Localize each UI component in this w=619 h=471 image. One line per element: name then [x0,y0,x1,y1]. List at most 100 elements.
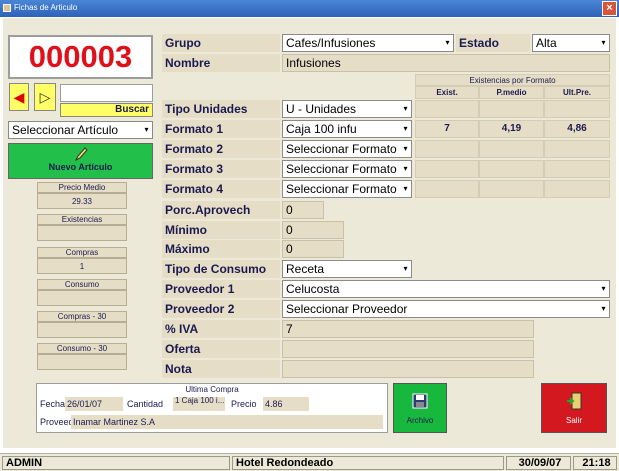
formato-4-value: Seleccionar Formato [286,182,397,196]
grupo-label: Grupo [162,34,280,52]
status-bar: ADMIN Hotel Redondeado 30/09/07 21:18 [0,453,619,471]
estado-select[interactable]: Alta ▾ [532,34,610,52]
ultima-compra-title: Ultima Compra [185,385,239,394]
maximo-field[interactable]: 0 [282,240,344,258]
existencias-f1-pmedio: 4,19 [479,120,544,138]
table-cell [415,100,479,118]
archive-button-label: Archivo [406,416,434,425]
article-code-box: 000003 [8,35,153,79]
proveedor-1-value: Celucosta [286,282,340,296]
exit-button[interactable]: Salir [541,383,607,433]
precio-medio-label: Precio Medio [37,182,127,193]
prev-button[interactable]: ◀ [9,83,29,111]
window-title: Fichas de Articulo [14,3,78,12]
compras-value: 1 [37,258,127,274]
formato-1-label: Formato 1 [162,120,280,138]
formato-2-select[interactable]: Seleccionar Formato ▾ [282,140,412,158]
tipo-unidades-select[interactable]: U - Unidades ▾ [282,100,412,118]
proveed-value: Inamar Martinez S.A [71,415,383,429]
table-cell [544,140,610,158]
search-input[interactable] [60,84,153,102]
existencias-title: Existencias por Formato [415,74,610,86]
status-date: 30/09/07 [506,456,571,470]
dropdown-arrow-icon: ▾ [403,264,408,273]
tipo-unidades-value: U - Unidades [286,102,357,116]
formato-2-value: Seleccionar Formato [286,142,397,156]
formato-1-select[interactable]: Caja 100 infu ▾ [282,120,412,138]
proveedor-2-label: Proveedor 2 [162,300,280,318]
cantidad-label: Cantidad [127,399,164,409]
compras-30-label: Compras - 30 [37,311,127,322]
proveedor-1-label: Proveedor 1 [162,280,280,298]
next-button[interactable]: ▷ [34,83,56,111]
iva-label: % IVA [162,320,280,338]
save-disk-icon [412,393,428,409]
title-bar: Fichas de Articulo [0,0,619,17]
search-button[interactable]: Buscar [60,103,153,117]
estado-value: Alta [536,36,557,50]
status-time: 21:18 [573,456,617,470]
dropdown-arrow-icon: ▾ [601,304,606,313]
proveed-label: Proveed [40,417,74,427]
status-user: ADMIN [2,456,230,470]
iva-field[interactable]: 7 [282,320,534,338]
precio-medio-value: 29.33 [37,193,127,209]
consumo-30-value [37,354,127,370]
dropdown-arrow-icon: ▾ [601,284,606,293]
new-article-label: Nuevo Artículo [48,162,113,172]
compras-label: Compras [37,247,127,258]
minimo-label: Mínimo [162,221,280,239]
existencias-header-ultpre: Ult.Pre. [544,86,610,99]
close-button[interactable]: × [602,1,617,16]
formato-4-select[interactable]: Seleccionar Formato ▾ [282,180,412,198]
article-select[interactable]: Seleccionar Artículo ▾ [8,121,153,139]
grupo-select[interactable]: Cafes/Infusiones ▾ [282,34,454,52]
nota-label: Nota [162,360,280,378]
dropdown-arrow-icon: ▾ [144,125,149,134]
exit-door-icon [567,392,582,410]
table-cell [415,180,479,198]
existencias-value [37,225,127,241]
tipo-consumo-select[interactable]: Receta ▾ [282,260,412,278]
search-button-label: Buscar [115,104,149,115]
compras-30-value [37,322,127,338]
proveedor-1-select[interactable]: Celucosta ▾ [282,280,610,298]
archive-button[interactable]: Archivo [393,383,447,433]
cantidad-value: 1 Caja 100 i... [173,397,225,411]
existencias-header-pmedio: P.medio [479,86,544,99]
table-cell [479,140,544,158]
exit-button-label: Salir [565,416,582,425]
article-select-value: Seleccionar Artículo [12,123,119,137]
new-article-button[interactable]: Nuevo Artículo [8,143,153,179]
dropdown-arrow-icon: ▾ [403,164,408,173]
fecha-label: Fecha [40,399,66,409]
precio-label: Precio [231,399,257,409]
dropdown-arrow-icon: ▾ [403,104,408,113]
article-code: 000003 [28,39,133,74]
proveedor-2-value: Seleccionar Proveedor [286,302,408,316]
formato-3-label: Formato 3 [162,160,280,178]
porc-aprovech-field[interactable]: 0 [282,201,324,219]
proveedor-2-select[interactable]: Seleccionar Proveedor ▾ [282,300,610,318]
dropdown-arrow-icon: ▾ [403,124,408,133]
tipo-consumo-value: Receta [286,262,325,276]
nombre-field[interactable]: Infusiones [282,54,610,72]
prev-icon: ◀ [13,89,25,105]
existencias-label: Existencias [37,214,127,225]
oferta-field[interactable] [282,340,534,358]
consumo-value [37,290,127,306]
table-cell [479,160,544,178]
table-cell [544,180,610,198]
formato-2-label: Formato 2 [162,140,280,158]
pencil-icon [74,147,88,162]
nota-field[interactable] [282,360,534,378]
dropdown-arrow-icon: ▾ [403,184,408,193]
existencias-f1-ultpre: 4,86 [544,120,610,138]
formato-1-value: Caja 100 infu [286,122,357,136]
table-cell [415,140,479,158]
minimo-field[interactable]: 0 [282,221,344,239]
formato-3-select[interactable]: Seleccionar Formato ▾ [282,160,412,178]
porc-aprovech-label: Porc.Aprovech [162,201,280,219]
tipo-unidades-label: Tipo Unidades [162,100,280,118]
fecha-value: 26/01/07 [65,397,123,411]
